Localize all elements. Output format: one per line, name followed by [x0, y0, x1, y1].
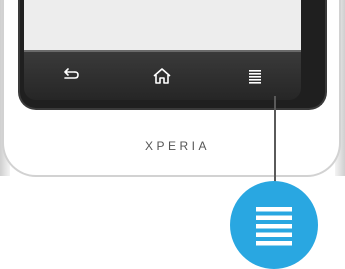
- illustration: XPERIA: [0, 0, 345, 269]
- home-button[interactable]: [142, 61, 182, 91]
- menu-icon: [256, 207, 292, 246]
- home-icon: [153, 68, 172, 84]
- screen: [24, 0, 301, 52]
- menu-callout: [230, 181, 318, 269]
- brand-logo: XPERIA: [144, 139, 210, 153]
- back-arrow-icon: [64, 68, 79, 79]
- callout-line: [274, 96, 276, 188]
- menu-button[interactable]: [235, 61, 275, 91]
- menu-icon: [248, 70, 261, 84]
- navigation-bar: [24, 52, 301, 100]
- back-button[interactable]: [50, 61, 90, 91]
